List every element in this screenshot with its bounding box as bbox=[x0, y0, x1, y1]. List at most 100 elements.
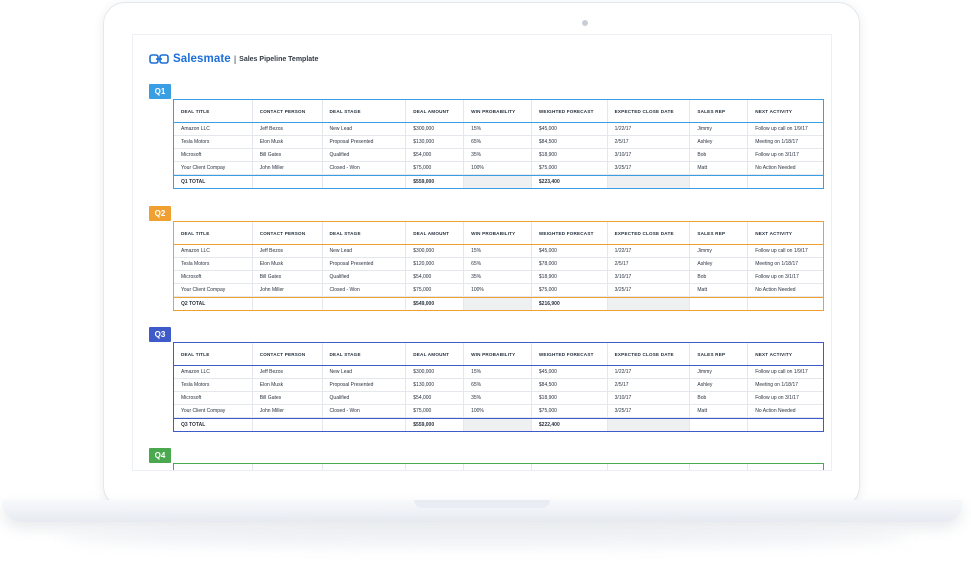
table-cell[interactable]: 65% bbox=[464, 258, 532, 270]
table-cell[interactable]: 3/10/17 bbox=[608, 149, 691, 161]
table-cell[interactable]: 2/5/17 bbox=[608, 136, 691, 148]
table-cell[interactable]: $300,000 bbox=[406, 366, 465, 378]
table-cell[interactable]: No Action Needed bbox=[748, 162, 823, 174]
table-cell[interactable]: 100% bbox=[464, 284, 532, 296]
table-cell[interactable]: Follow up call on 1/9/17 bbox=[748, 123, 823, 135]
table-cell[interactable]: $78,000 bbox=[532, 258, 608, 270]
table-row[interactable]: Amazon LLC Jeff Bezos New Lead $300,000 15% $… bbox=[174, 366, 823, 379]
table-cell[interactable]: Jeff Bezos bbox=[253, 245, 323, 257]
table-row[interactable]: Microsoft Bill Gates Qualified $54,000 35% $1… bbox=[174, 392, 823, 405]
table-cell[interactable]: $45,000 bbox=[532, 123, 608, 135]
table-cell[interactable]: John Miller bbox=[253, 284, 323, 296]
table-cell[interactable]: Elon Musk bbox=[253, 379, 323, 391]
table-cell[interactable]: Follow up call on 1/9/17 bbox=[748, 366, 823, 378]
table-cell[interactable]: Microsoft bbox=[174, 392, 253, 404]
table-cell[interactable]: Follow up on 3/1/17 bbox=[748, 392, 823, 404]
table-cell[interactable]: Your Client Compay bbox=[174, 405, 253, 417]
table-cell[interactable]: Your Client Compay bbox=[174, 284, 253, 296]
table-cell[interactable]: $84,500 bbox=[532, 379, 608, 391]
table-cell[interactable]: Meeting on 1/18/17 bbox=[748, 379, 823, 391]
table-cell[interactable]: $300,000 bbox=[406, 245, 465, 257]
table-cell[interactable]: Matt bbox=[690, 405, 749, 417]
table-cell[interactable]: Jimmy bbox=[690, 123, 749, 135]
table-cell[interactable]: Amazon LLC bbox=[174, 245, 253, 257]
table-cell[interactable]: $54,000 bbox=[406, 149, 465, 161]
table-row[interactable]: Amazon LLC Jeff Bezos New Lead $300,000 15% $… bbox=[174, 123, 823, 136]
table-cell[interactable]: Proposal Presented bbox=[323, 379, 407, 391]
table-cell[interactable]: John Miller bbox=[253, 162, 323, 174]
table-cell[interactable]: $75,000 bbox=[532, 162, 608, 174]
table-cell[interactable]: 3/10/17 bbox=[608, 392, 691, 404]
table-cell[interactable]: $75,000 bbox=[406, 284, 465, 296]
table-cell[interactable]: Ashley bbox=[690, 379, 749, 391]
table-cell[interactable]: Proposal Presented bbox=[323, 258, 407, 270]
table-cell[interactable]: New Lead bbox=[323, 123, 407, 135]
table-cell[interactable]: Microsoft bbox=[174, 149, 253, 161]
table-row[interactable]: Your Client Compay John Miller Closed - Wo… bbox=[174, 405, 823, 418]
table-cell[interactable]: 35% bbox=[464, 392, 532, 404]
table-cell[interactable]: 2/5/17 bbox=[608, 258, 691, 270]
table-cell[interactable]: $130,000 bbox=[406, 379, 465, 391]
table-cell[interactable]: $84,500 bbox=[532, 136, 608, 148]
table-cell[interactable]: No Action Needed bbox=[748, 284, 823, 296]
table-row[interactable]: Microsoft Bill Gates Qualified $54,000 35% $1… bbox=[174, 271, 823, 284]
table-row[interactable]: Your Client Compay John Miller Closed - Wo… bbox=[174, 162, 823, 175]
table-cell[interactable]: Elon Musk bbox=[253, 258, 323, 270]
table-cell[interactable]: Jimmy bbox=[690, 245, 749, 257]
table-cell[interactable]: Jeff Bezos bbox=[253, 366, 323, 378]
table-cell[interactable]: Bob bbox=[690, 392, 749, 404]
table-cell[interactable]: Meeting on 1/18/17 bbox=[748, 136, 823, 148]
table-cell[interactable]: 1/22/17 bbox=[608, 245, 691, 257]
table-cell[interactable]: Closed - Won bbox=[323, 162, 407, 174]
table-cell[interactable]: Elon Musk bbox=[253, 136, 323, 148]
table-cell[interactable]: $300,000 bbox=[406, 123, 465, 135]
table-cell[interactable]: Ashley bbox=[690, 258, 749, 270]
table-cell[interactable]: 2/5/17 bbox=[608, 379, 691, 391]
table-cell[interactable]: Ashley bbox=[690, 136, 749, 148]
table-cell[interactable]: 15% bbox=[464, 123, 532, 135]
table-cell[interactable]: 3/25/17 bbox=[608, 405, 691, 417]
table-cell[interactable]: 65% bbox=[464, 379, 532, 391]
table-cell[interactable]: 3/25/17 bbox=[608, 162, 691, 174]
table-cell[interactable]: Proposal Presented bbox=[323, 136, 407, 148]
table-cell[interactable]: $45,000 bbox=[532, 245, 608, 257]
table-cell[interactable]: Follow up on 3/1/17 bbox=[748, 271, 823, 283]
table-row[interactable]: Tesla Motors Elon Musk Proposal Presented $… bbox=[174, 379, 823, 392]
table-row[interactable]: Microsoft Bill Gates Qualified $54,000 35% $1… bbox=[174, 149, 823, 162]
table-cell[interactable]: 35% bbox=[464, 271, 532, 283]
table-cell[interactable]: Matt bbox=[690, 162, 749, 174]
table-cell[interactable]: Microsoft bbox=[174, 271, 253, 283]
table-row[interactable]: Your Client Compay John Miller Closed - Wo… bbox=[174, 284, 823, 297]
table-cell[interactable]: 100% bbox=[464, 162, 532, 174]
table-cell[interactable]: Qualified bbox=[323, 271, 407, 283]
table-cell[interactable]: No Action Needed bbox=[748, 405, 823, 417]
table-cell[interactable]: Bill Gates bbox=[253, 149, 323, 161]
table-cell[interactable]: Qualified bbox=[323, 392, 407, 404]
table-cell[interactable]: 15% bbox=[464, 366, 532, 378]
table-cell[interactable]: Tesla Motors bbox=[174, 136, 253, 148]
table-cell[interactable]: Bob bbox=[690, 149, 749, 161]
table-row[interactable]: Tesla Motors Elon Musk Proposal Presented $… bbox=[174, 136, 823, 149]
table-cell[interactable]: 1/22/17 bbox=[608, 366, 691, 378]
table-cell[interactable]: Jimmy bbox=[690, 366, 749, 378]
table-cell[interactable]: 35% bbox=[464, 149, 532, 161]
table-cell[interactable]: 3/25/17 bbox=[608, 284, 691, 296]
table-cell[interactable]: 65% bbox=[464, 136, 532, 148]
table-cell[interactable]: $130,000 bbox=[406, 136, 465, 148]
table-cell[interactable]: $75,000 bbox=[406, 405, 465, 417]
table-cell[interactable]: Matt bbox=[690, 284, 749, 296]
table-cell[interactable]: $54,000 bbox=[406, 271, 465, 283]
table-cell[interactable]: $18,900 bbox=[532, 149, 608, 161]
table-cell[interactable]: $18,900 bbox=[532, 271, 608, 283]
table-cell[interactable]: 1/22/17 bbox=[608, 123, 691, 135]
table-cell[interactable]: Bill Gates bbox=[253, 271, 323, 283]
table-cell[interactable]: Follow up call on 1/9/17 bbox=[748, 245, 823, 257]
table-cell[interactable]: John Miller bbox=[253, 405, 323, 417]
table-cell[interactable]: Tesla Motors bbox=[174, 379, 253, 391]
table-cell[interactable]: Amazon LLC bbox=[174, 123, 253, 135]
table-cell[interactable]: Your Client Compay bbox=[174, 162, 253, 174]
table-cell[interactable]: $75,000 bbox=[406, 162, 465, 174]
table-row[interactable]: Amazon LLC Jeff Bezos New Lead $300,000 15% $… bbox=[174, 245, 823, 258]
table-cell[interactable]: Bob bbox=[690, 271, 749, 283]
table-cell[interactable]: Meeting on 1/18/17 bbox=[748, 258, 823, 270]
